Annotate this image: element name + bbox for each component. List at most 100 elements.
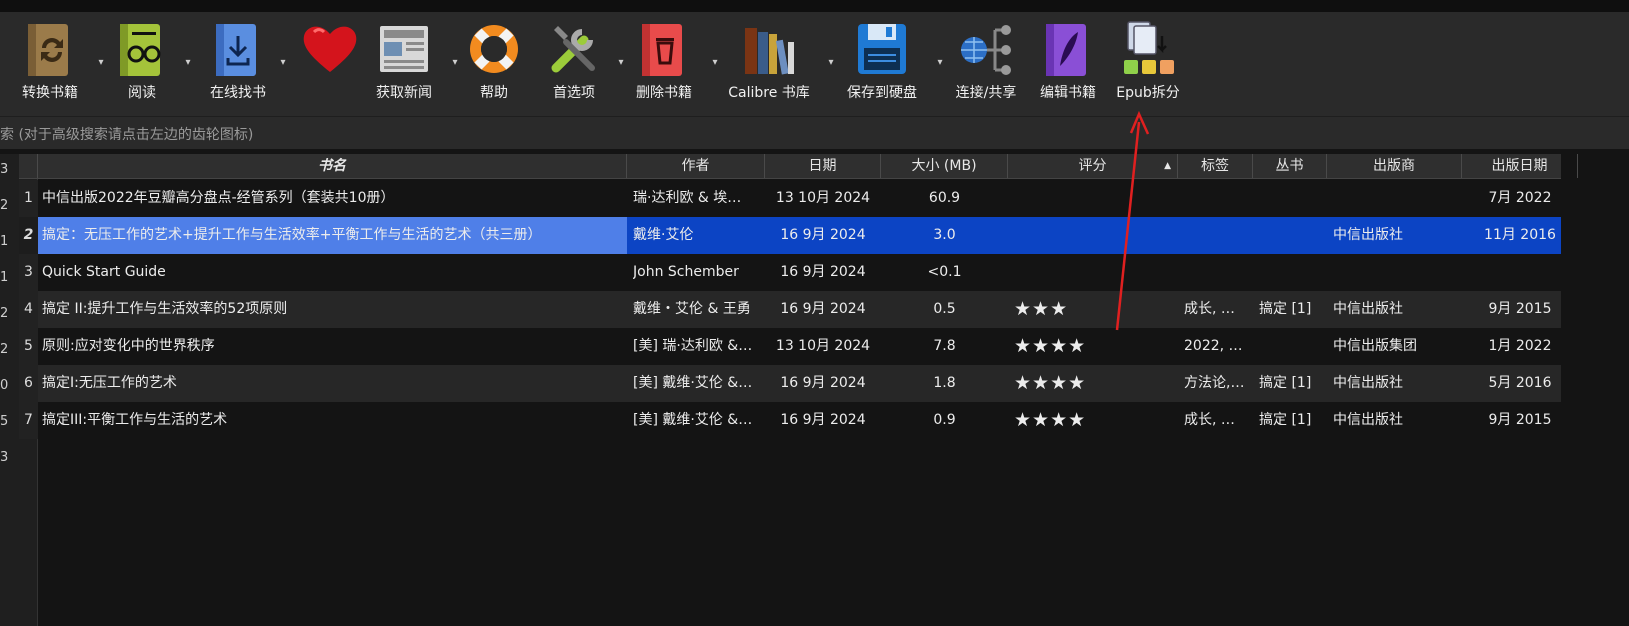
connect-share-button[interactable]: 连接/共享 xyxy=(956,12,1016,116)
table-row-selected[interactable]: 2 搞定：无压工作的艺术+提升工作与生活效率+平衡工作与生活的艺术（共三册） 戴… xyxy=(19,217,1561,254)
cell-title[interactable]: 搞定III:平衡工作与生活的艺术 xyxy=(42,402,627,439)
cell-size[interactable]: <0.1 xyxy=(881,254,1008,291)
table-row[interactable]: 7 搞定III:平衡工作与生活的艺术 [美] 戴维·艾伦 &… 16 9月 20… xyxy=(19,402,1561,439)
cell-pubdate[interactable]: 11月 2016 xyxy=(1462,217,1578,254)
cell-title[interactable]: 中信出版2022年豆瓣高分盘点-经管系列（套装共10册） xyxy=(42,180,627,217)
cell-publisher[interactable]: 中信出版社 xyxy=(1333,291,1462,328)
column-header-author[interactable]: 作者 xyxy=(627,154,765,178)
cell-date[interactable]: 13 10月 2024 xyxy=(765,180,881,217)
cell-size[interactable]: 60.9 xyxy=(881,180,1008,217)
cell-tags[interactable] xyxy=(1184,217,1253,254)
cell-pubdate[interactable]: 9月 2015 xyxy=(1462,291,1578,328)
cell-date[interactable]: 16 9月 2024 xyxy=(765,291,881,328)
cell-series[interactable] xyxy=(1259,217,1327,254)
cell-title[interactable]: Quick Start Guide xyxy=(42,254,627,291)
cell-publisher[interactable] xyxy=(1333,254,1462,291)
read-book-icon xyxy=(112,18,172,78)
cell-size[interactable]: 7.8 xyxy=(881,328,1008,365)
get-books-dropdown[interactable]: ▾ xyxy=(272,12,285,116)
cell-author[interactable]: [美] 瑞·达利欧 &… xyxy=(633,328,763,365)
cell-date[interactable]: 16 9月 2024 xyxy=(765,402,881,439)
cell-size[interactable]: 0.9 xyxy=(881,402,1008,439)
cell-publisher[interactable] xyxy=(1333,180,1462,217)
remove-books-button[interactable]: 删除书籍 xyxy=(634,12,694,116)
column-header-title[interactable]: 书名 xyxy=(38,154,627,178)
column-header-tags[interactable]: 标签 xyxy=(1178,154,1253,178)
preferences-button[interactable]: 首选项 xyxy=(544,12,604,116)
save-to-disk-button[interactable]: 保存到硬盘 xyxy=(847,12,917,116)
cell-tags[interactable]: 成长, … xyxy=(1184,402,1253,439)
cell-rating[interactable]: ★★★ xyxy=(1014,291,1178,328)
search-bar[interactable]: 索 (对于高级搜索请点击左边的齿轮图标) xyxy=(0,116,1629,149)
save-to-disk-label: 保存到硬盘 xyxy=(847,85,917,101)
cell-pubdate[interactable] xyxy=(1462,254,1578,291)
cell-publisher[interactable]: 中信出版社 xyxy=(1333,402,1462,439)
table-row[interactable]: 5 原则:应对变化中的世界秩序 [美] 瑞·达利欧 &… 13 10月 2024… xyxy=(19,328,1561,365)
get-books-button[interactable]: 在线找书 xyxy=(208,12,268,116)
row-number: 7 xyxy=(19,402,38,439)
cell-date[interactable]: 16 9月 2024 xyxy=(765,254,881,291)
cell-series[interactable]: 搞定 [1] xyxy=(1259,291,1327,328)
cell-tags[interactable]: 2022, … xyxy=(1184,328,1253,365)
column-header-pubdate[interactable]: 出版日期 xyxy=(1462,154,1578,178)
cell-date[interactable]: 13 10月 2024 xyxy=(765,328,881,365)
cell-publisher[interactable]: 中信出版社 xyxy=(1333,365,1462,402)
table-row[interactable]: 3 Quick Start Guide John Schember 16 9月 … xyxy=(19,254,1561,291)
cell-pubdate[interactable]: 9月 2015 xyxy=(1462,402,1578,439)
cell-tags[interactable] xyxy=(1184,180,1253,217)
cell-size[interactable]: 3.0 xyxy=(881,217,1008,254)
epub-split-button[interactable]: Epub拆分 xyxy=(1116,12,1180,116)
cell-series[interactable]: 搞定 [1] xyxy=(1259,402,1327,439)
cell-publisher[interactable]: 中信出版集团 xyxy=(1333,328,1462,365)
cell-rating[interactable] xyxy=(1014,254,1178,291)
fetch-news-button[interactable]: 获取新闻 xyxy=(374,12,434,116)
search-input-placeholder[interactable]: 索 (对于高级搜索请点击左边的齿轮图标) xyxy=(0,124,253,144)
cell-series[interactable]: 搞定 [1] xyxy=(1259,365,1327,402)
cell-tags[interactable]: 成长, … xyxy=(1184,291,1253,328)
cell-series[interactable] xyxy=(1259,254,1327,291)
cell-author[interactable]: [美] 戴维·艾伦 &… xyxy=(633,402,763,439)
cell-rating[interactable] xyxy=(1014,180,1178,217)
cell-author[interactable]: 戴维・艾伦 & 王勇 xyxy=(633,291,763,328)
cell-author[interactable]: 瑞·达利欧 & 埃… xyxy=(633,180,763,217)
cell-pubdate[interactable]: 5月 2016 xyxy=(1462,365,1578,402)
cell-title[interactable]: 搞定 II:提升工作与生活效率的52项原则 xyxy=(42,291,627,328)
table-header: 书名 作者 日期 大小 (MB) 评分 ▲ 标签 丛书 出版商 出版日期 xyxy=(19,154,1578,179)
read-button[interactable]: 阅读 xyxy=(112,12,172,116)
column-header-rating[interactable]: 评分 ▲ xyxy=(1008,154,1178,178)
cell-pubdate[interactable]: 1月 2022 xyxy=(1462,328,1578,365)
cell-author[interactable]: 戴维·艾伦 xyxy=(633,217,763,254)
cell-rating[interactable] xyxy=(1014,217,1178,254)
edit-book-icon xyxy=(1038,18,1098,78)
newspaper-icon xyxy=(374,18,434,78)
cell-title[interactable]: 原则:应对变化中的世界秩序 xyxy=(42,328,627,365)
convert-books-button[interactable]: 转换书籍 xyxy=(20,12,80,116)
cell-date[interactable]: 16 9月 2024 xyxy=(765,217,881,254)
cell-pubdate[interactable]: 7月 2022 xyxy=(1462,180,1578,217)
table-row[interactable]: 1 中信出版2022年豆瓣高分盘点-经管系列（套装共10册） 瑞·达利欧 & 埃… xyxy=(19,180,1561,217)
cell-series[interactable] xyxy=(1259,328,1327,365)
cell-size[interactable]: 0.5 xyxy=(881,291,1008,328)
cell-title[interactable]: 搞定：无压工作的艺术+提升工作与生活效率+平衡工作与生活的艺术（共三册） xyxy=(38,217,627,254)
cell-rating[interactable]: ★★★★ xyxy=(1014,365,1178,402)
chevron-down-icon: ▾ xyxy=(452,57,458,68)
cell-publisher[interactable]: 中信出版社 xyxy=(1333,217,1462,254)
calibre-library-button[interactable]: Calibre 书库 xyxy=(728,12,810,116)
cell-tags[interactable] xyxy=(1184,254,1253,291)
table-row[interactable]: 6 搞定I:无压工作的艺术 [美] 戴维·艾伦 &… 16 9月 2024 1.… xyxy=(19,365,1561,402)
column-header-size[interactable]: 大小 (MB) xyxy=(881,154,1008,178)
table-row[interactable]: 4 搞定 II:提升工作与生活效率的52项原则 戴维・艾伦 & 王勇 16 9月… xyxy=(19,291,1561,328)
cell-date[interactable]: 16 9月 2024 xyxy=(765,365,881,402)
cell-title[interactable]: 搞定I:无压工作的艺术 xyxy=(42,365,627,402)
cell-tags[interactable]: 方法论,… xyxy=(1184,365,1253,402)
column-header-publisher[interactable]: 出版商 xyxy=(1327,154,1462,178)
cell-series[interactable] xyxy=(1259,180,1327,217)
cell-size[interactable]: 1.8 xyxy=(881,365,1008,402)
column-header-series[interactable]: 丛书 xyxy=(1253,154,1327,178)
column-header-date[interactable]: 日期 xyxy=(765,154,881,178)
cell-rating[interactable]: ★★★★ xyxy=(1014,402,1178,439)
cell-author[interactable]: [美] 戴维·艾伦 &… xyxy=(633,365,763,402)
cell-author[interactable]: John Schember xyxy=(633,254,763,291)
gutter-number: 1 xyxy=(0,270,9,285)
cell-rating[interactable]: ★★★★ xyxy=(1014,328,1178,365)
